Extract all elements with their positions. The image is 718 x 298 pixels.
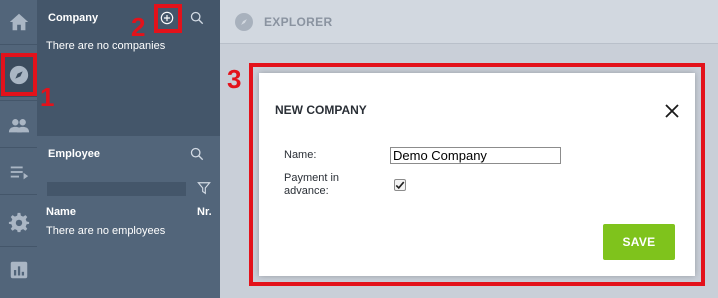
company-search-button[interactable]	[188, 9, 206, 27]
rail-divider	[0, 246, 37, 247]
rail-divider	[0, 147, 37, 148]
search-icon	[190, 11, 204, 25]
employee-section-title: Employee	[48, 148, 100, 160]
icon-rail	[0, 0, 37, 298]
employee-col-name[interactable]: Name	[46, 206, 76, 218]
explorer-panel: Company There are no companies Employee …	[37, 0, 220, 298]
rail-divider	[0, 194, 37, 195]
list-icon	[10, 166, 28, 180]
company-section-title: Company	[48, 12, 99, 24]
chart-icon	[10, 261, 27, 279]
company-empty-message: There are no companies	[46, 40, 166, 52]
page-title: EXPLORER	[264, 14, 333, 29]
annotation-box-explorer	[1, 53, 37, 96]
top-header: EXPLORER	[220, 0, 718, 44]
rail-item-users[interactable]	[0, 103, 37, 147]
annotation-number-2: 2	[131, 12, 146, 42]
annotation-number-3: 3	[227, 64, 242, 94]
home-icon	[9, 13, 28, 31]
rail-item-reports[interactable]	[0, 248, 37, 292]
gear-icon	[8, 212, 29, 233]
rail-divider	[0, 100, 37, 101]
explorer-header-icon	[235, 12, 253, 31]
employee-search-button[interactable]	[188, 145, 206, 163]
search-icon	[190, 147, 204, 161]
rail-divider	[0, 44, 37, 45]
employee-section: Employee Name Nr. There are no employees	[37, 136, 220, 298]
rail-item-settings[interactable]	[0, 200, 37, 244]
employee-filter-button[interactable]	[195, 179, 213, 197]
employee-col-nr[interactable]: Nr.	[197, 206, 212, 218]
rail-item-list[interactable]	[0, 150, 37, 194]
employee-empty-message: There are no employees	[46, 225, 166, 237]
filter-icon	[197, 182, 211, 195]
annotation-number-1: 1	[40, 82, 55, 112]
annotation-box-add-company	[154, 4, 182, 33]
rail-item-home[interactable]	[0, 0, 37, 44]
employee-filter-input[interactable]	[47, 182, 186, 196]
users-icon	[8, 119, 29, 133]
annotation-box-dialog	[249, 63, 705, 286]
compass-icon	[241, 18, 247, 25]
